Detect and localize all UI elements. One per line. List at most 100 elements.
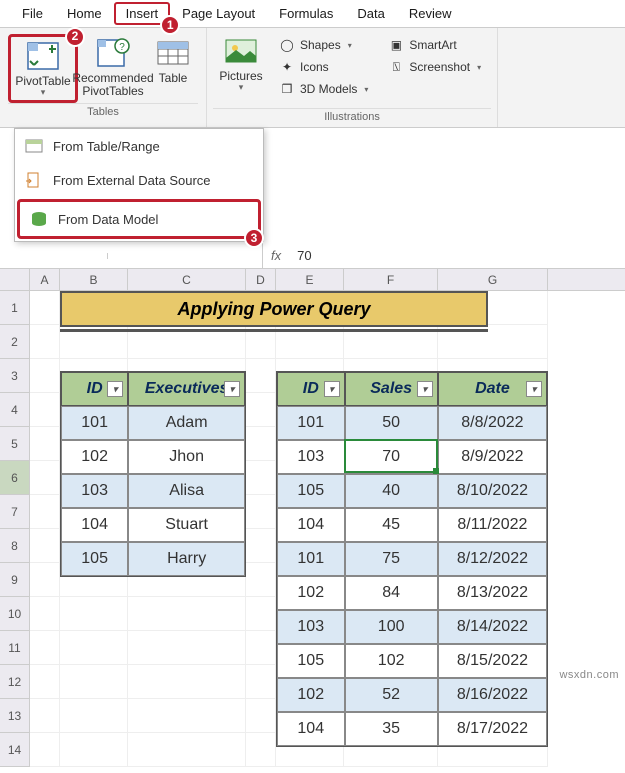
table-cell[interactable]: 104 [277,508,345,542]
col-E[interactable]: E [276,269,344,290]
cell-D13[interactable] [246,699,276,733]
filter-icon[interactable]: ▾ [526,381,542,397]
tab-file[interactable]: File [10,2,55,25]
table-cell[interactable]: 75 [345,542,438,576]
table-cell[interactable]: 8/11/2022 [438,508,547,542]
table-cell[interactable]: 35 [345,712,438,746]
shapes-button[interactable]: ◯Shapes▾ [275,34,372,56]
fx-icon[interactable]: fx [263,248,289,263]
table-header[interactable]: ID▾ [61,372,128,406]
table-cell[interactable]: 100 [345,610,438,644]
row-5[interactable]: 5 [0,427,30,461]
tab-data[interactable]: Data [345,2,396,25]
row-6[interactable]: 6 [0,461,30,495]
cell-A1[interactable] [30,291,60,325]
table-cell[interactable]: 8/16/2022 [438,678,547,712]
row-14[interactable]: 14 [0,733,30,767]
table-cell[interactable]: 8/10/2022 [438,474,547,508]
col-F[interactable]: F [344,269,438,290]
cell-A14[interactable] [30,733,60,767]
table-cell[interactable]: 104 [277,712,345,746]
col-C[interactable]: C [128,269,246,290]
table-cell[interactable]: 102 [277,576,345,610]
table-cell[interactable]: 101 [277,406,345,440]
filter-icon[interactable]: ▾ [324,381,340,397]
col-A[interactable]: A [30,269,60,290]
table-cell[interactable]: 103 [61,474,128,508]
filter-icon[interactable]: ▾ [107,381,123,397]
cell-A5[interactable] [30,427,60,461]
table-cell[interactable]: Jhon [128,440,245,474]
table-cell[interactable]: 8/17/2022 [438,712,547,746]
cell-C12[interactable] [128,665,246,699]
row-10[interactable]: 10 [0,597,30,631]
table-cell[interactable]: 8/15/2022 [438,644,547,678]
table-cell[interactable]: 103 [277,610,345,644]
cell-A4[interactable] [30,393,60,427]
cell-A13[interactable] [30,699,60,733]
formula-value[interactable]: 70 [289,248,319,263]
cell-D9[interactable] [246,563,276,597]
cell-B11[interactable] [60,631,128,665]
cell-C11[interactable] [128,631,246,665]
3d-models-button[interactable]: ❒3D Models▾ [275,78,372,100]
select-all-corner[interactable] [0,269,30,290]
table-cell[interactable]: 104 [61,508,128,542]
table-cell[interactable]: 105 [61,542,128,576]
filter-icon[interactable]: ▾ [224,381,240,397]
icons-button[interactable]: ✦Icons [275,56,372,78]
row-12[interactable]: 12 [0,665,30,699]
pictures-button[interactable]: Pictures ▾ [213,32,269,95]
cell-D14[interactable] [246,733,276,767]
tab-formulas[interactable]: Formulas [267,2,345,25]
table-cell[interactable]: 8/12/2022 [438,542,547,576]
col-G[interactable]: G [438,269,548,290]
row-8[interactable]: 8 [0,529,30,563]
cell-D8[interactable] [246,529,276,563]
cell-A9[interactable] [30,563,60,597]
row-11[interactable]: 11 [0,631,30,665]
table-cell[interactable]: 84 [345,576,438,610]
col-D[interactable]: D [246,269,276,290]
cell-B14[interactable] [60,733,128,767]
smartart-button[interactable]: ▣SmartArt [384,34,485,56]
cell-A8[interactable] [30,529,60,563]
table-cell[interactable]: Alisa [128,474,245,508]
table-cell[interactable]: 8/8/2022 [438,406,547,440]
cell-C14[interactable] [128,733,246,767]
table-cell[interactable]: 70 [345,440,438,474]
cell-A10[interactable] [30,597,60,631]
cell-D6[interactable] [246,461,276,495]
table-cell[interactable]: 8/14/2022 [438,610,547,644]
cell-D4[interactable] [246,393,276,427]
cell-D3[interactable] [246,359,276,393]
cell-A2[interactable] [30,325,60,359]
tab-insert[interactable]: Insert 1 [114,2,171,25]
table-cell[interactable]: Adam [128,406,245,440]
cell-A11[interactable] [30,631,60,665]
tab-page-layout[interactable]: Page Layout [170,2,267,25]
worksheet-grid[interactable]: A B C D E F G 1234567891011121314 Applyi… [0,269,625,767]
table-cell[interactable]: 50 [345,406,438,440]
cell-B12[interactable] [60,665,128,699]
cell-D7[interactable] [246,495,276,529]
table-cell[interactable]: 45 [345,508,438,542]
cell-D5[interactable] [246,427,276,461]
from-data-model[interactable]: From Data Model 3 [17,199,261,239]
row-4[interactable]: 4 [0,393,30,427]
table-header[interactable]: ID▾ [277,372,345,406]
from-table-range[interactable]: From Table/Range [15,129,263,163]
filter-icon[interactable]: ▾ [417,381,433,397]
pivottable-button[interactable]: PivotTable ▾ 2 [8,34,78,103]
table-cell[interactable]: 105 [277,474,345,508]
cell-A12[interactable] [30,665,60,699]
table-cell[interactable]: 101 [61,406,128,440]
row-2[interactable]: 2 [0,325,30,359]
cell-D11[interactable] [246,631,276,665]
cell-D12[interactable] [246,665,276,699]
table-cell[interactable]: Stuart [128,508,245,542]
table-cell[interactable]: 102 [277,678,345,712]
cell-B13[interactable] [60,699,128,733]
table-header[interactable]: Sales▾ [345,372,438,406]
table-header[interactable]: Date▾ [438,372,547,406]
